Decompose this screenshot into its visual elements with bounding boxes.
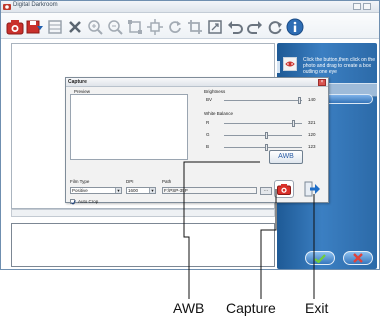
callout-lines — [183, 161, 315, 299]
exit-callout-label: Exit — [305, 300, 329, 316]
awb-callout-label: AWB — [173, 300, 205, 316]
capture-callout-line — [260, 189, 277, 299]
capture-callout-label: Capture — [226, 300, 276, 316]
awb-callout-line — [183, 161, 260, 299]
